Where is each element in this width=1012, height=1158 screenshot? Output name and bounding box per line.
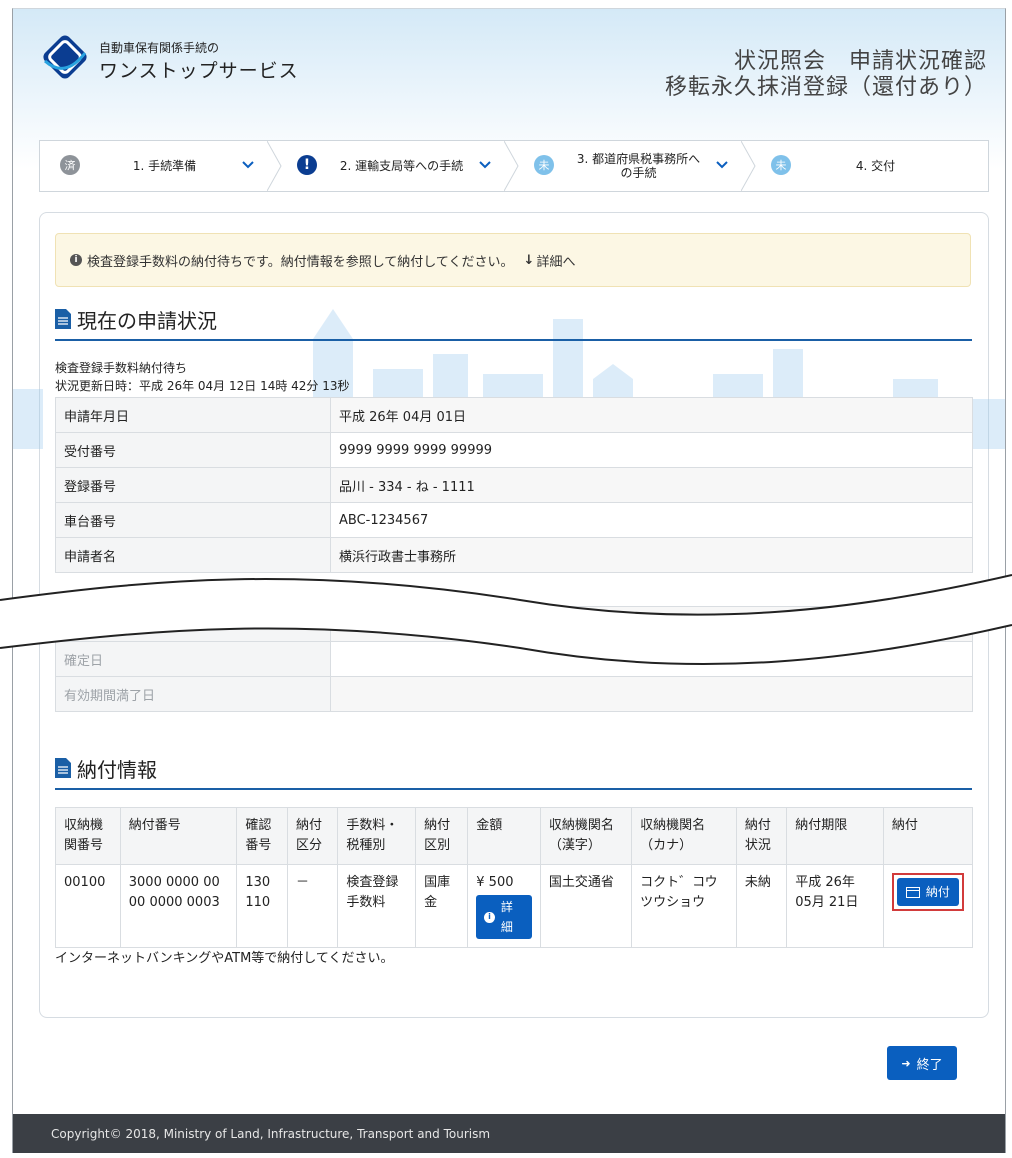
row-key: 登録番号 — [55, 467, 331, 503]
detail-button-label: 詳細 — [500, 900, 513, 934]
table-row: 有効期間満了日 — [55, 676, 973, 712]
step-3[interactable]: 未 3. 都道府県税事務所への手続 — [514, 141, 756, 191]
exit-button-label: 終了 — [916, 1057, 943, 1073]
copyright-text: Copyright© 2018, Ministry of Land, Infra… — [51, 1126, 491, 1141]
pay-button-label: 納付 — [925, 885, 950, 899]
payment-number: 3000 0000 00 00 0000 0003 — [119, 864, 238, 948]
exit-button[interactable]: ➜ 終了 — [887, 1046, 957, 1080]
column-header: 納付番号 — [119, 807, 238, 865]
document-icon — [55, 309, 71, 329]
payment-section-header: 納付情報 — [55, 754, 972, 790]
fee-type: 検査登録手数料 — [337, 864, 417, 948]
alert-detail-link[interactable]: 詳細へ — [536, 251, 575, 270]
payment-note: インターネットバンキングやATM等で納付してください。 — [55, 951, 394, 966]
confirm-number: 130 110 — [236, 864, 289, 948]
step-1[interactable]: 済 1. 手続準備 — [40, 141, 282, 191]
table-row: 申請年月日 平成 26年 04月 01日 — [55, 397, 973, 433]
info-icon: i — [484, 911, 495, 923]
section-title: 現在の申請状況 — [77, 309, 217, 333]
section-title: 納付情報 — [77, 758, 157, 782]
step-pending-icon: 未 — [771, 155, 791, 175]
payment-table: 収納機関番号 納付番号 確認番号 納付区分 手数料・税種別 納付区別 金額 収納… — [55, 807, 974, 948]
row-value — [330, 676, 973, 712]
payment-deadline: 平成 26年 05月 21日 — [786, 864, 884, 948]
progress-stepper: 済 1. 手続準備 ! 2. 運輸支局等への手続 未 3. 都道府県税事務所への… — [39, 140, 989, 192]
footer: Copyright© 2018, Ministry of Land, Infra… — [13, 1114, 1005, 1153]
arrow-down-icon: ↓ — [523, 252, 535, 268]
row-key: 申請年月日 — [55, 397, 331, 433]
status-section-header: 現在の申請状況 — [55, 305, 972, 341]
payment-alert: i 検査登録手数料の納付待ちです。納付情報を参照して納付してください。 ↓ 詳細… — [55, 233, 971, 287]
chevron-down-icon[interactable] — [241, 158, 255, 172]
logo-icon — [43, 35, 87, 79]
info-icon: i — [70, 254, 82, 266]
column-header: 納付期限 — [786, 807, 884, 865]
row-value: 9999 9999 9999 99999 — [330, 432, 973, 468]
table-row: 車台番号 ABC-1234567 — [55, 502, 973, 538]
pay-button-highlight: 納付 — [891, 873, 964, 911]
alert-message: 検査登録手数料の納付待ちです。納付情報を参照して納付してください。 — [87, 254, 514, 270]
column-header: 手数料・税種別 — [337, 807, 417, 865]
table-header-row: 収納機関番号 納付番号 確認番号 納付区分 手数料・税種別 納付区別 金額 収納… — [55, 807, 974, 865]
row-key: 車台番号 — [55, 502, 331, 538]
column-header: 納付区別 — [415, 807, 469, 865]
detail-button[interactable]: i 詳細 — [476, 895, 532, 939]
status-updated: 状況更新日時：平成 26年 04月 12日 14時 42分 13秒 — [55, 379, 350, 393]
step-label: 2. 運輸支局等への手続 — [339, 159, 464, 173]
application-info-table: 申請年月日 平成 26年 04月 01日 受付番号 9999 9999 9999 9… — [55, 397, 973, 573]
logo-subtitle: 自動車保有関係手続の — [99, 41, 220, 55]
chevron-down-icon[interactable] — [478, 158, 492, 172]
step-label: 3. 都道府県税事務所への手続 — [576, 152, 701, 180]
row-value: 品川 - 334 - ね - 1111 — [330, 467, 973, 503]
step-done-icon: 済 — [60, 155, 80, 175]
org-number: 00100 — [55, 864, 121, 948]
step-label: 4. 交付 — [855, 159, 896, 173]
chevron-down-icon[interactable] — [715, 158, 729, 172]
amount: ¥ 500 — [476, 875, 514, 890]
column-header: 収納機関名（漢字） — [539, 807, 633, 865]
table-row: 登録番号 品川 - 334 - ね - 1111 — [55, 467, 973, 503]
pay-button[interactable]: 納付 — [896, 878, 959, 906]
row-value: ABC-1234567 — [330, 502, 973, 538]
logo-title: ワンストップサービス — [99, 60, 299, 82]
step-pending-icon: 未 — [534, 155, 554, 175]
payment-category: 国庫金 — [415, 864, 469, 948]
row-key: 受付番号 — [55, 432, 331, 468]
step-separator — [741, 141, 756, 191]
column-header: 確認番号 — [236, 807, 289, 865]
column-header: 納付状況 — [735, 807, 788, 865]
credit-card-icon — [905, 886, 920, 898]
step-warning-icon: ! — [297, 155, 317, 175]
step-separator — [267, 141, 282, 191]
content-break-wave — [0, 574, 1012, 666]
column-header: 収納機関番号 — [55, 807, 121, 865]
document-icon — [55, 758, 71, 778]
exit-icon: ➜ — [901, 1056, 911, 1070]
table-row: 受付番号 9999 9999 9999 99999 — [55, 432, 973, 468]
step-4[interactable]: 未 4. 交付 — [751, 141, 988, 191]
amount-cell: ¥ 500 i 詳細 — [467, 864, 541, 948]
table-row: 00100 3000 0000 00 00 0000 0003 130 110 … — [55, 864, 974, 948]
column-header: 納付区分 — [287, 807, 339, 865]
page-subtitle: 移転永久抹消登録（還付あり） — [664, 75, 987, 100]
column-header: 収納機関名（カナ） — [631, 807, 737, 865]
payment-status: 未納 — [735, 864, 788, 948]
column-header: 納付 — [882, 807, 974, 865]
column-header: 金額 — [467, 807, 541, 865]
row-key: 有効期間満了日 — [55, 676, 331, 712]
step-separator — [504, 141, 519, 191]
step-label: 1. 手続準備 — [132, 159, 197, 173]
step-2[interactable]: ! 2. 運輸支局等への手続 — [277, 141, 519, 191]
org-name-kana: コクト゛コウツウショウ — [631, 864, 737, 948]
row-value: 平成 26年 04月 01日 — [330, 397, 973, 433]
payment-division: － — [287, 864, 339, 948]
current-status: 検査登録手数料納付待ち — [55, 361, 188, 375]
pay-cell: 納付 — [882, 864, 974, 948]
org-name-kanji: 国土交通省 — [539, 864, 633, 948]
